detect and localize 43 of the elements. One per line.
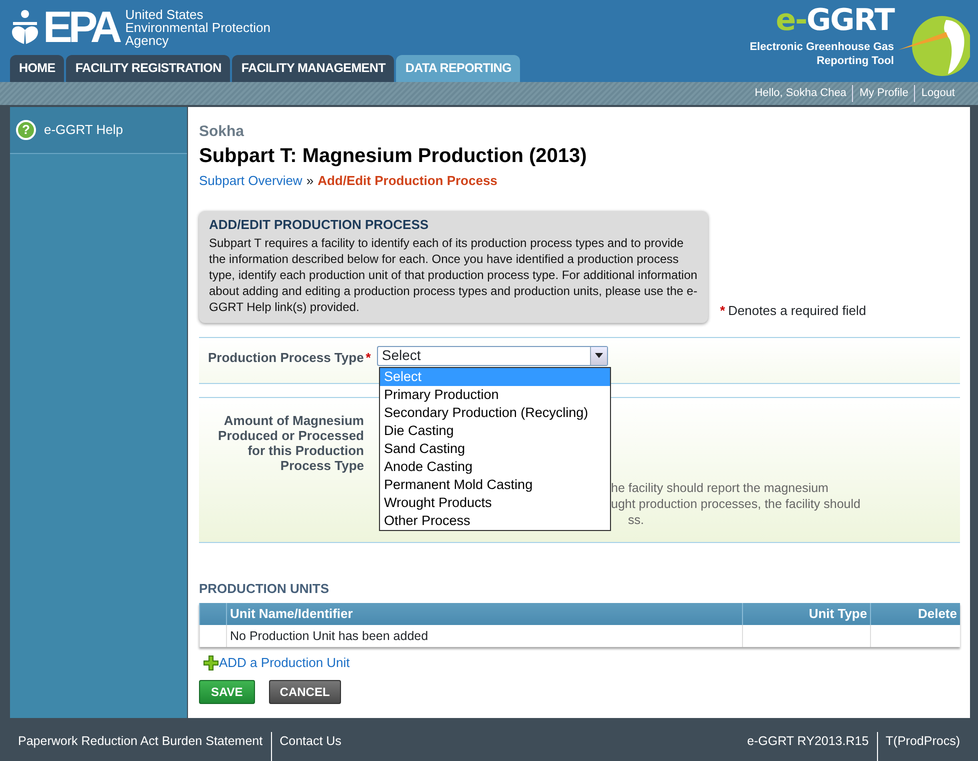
- column-header: Delete: [870, 603, 960, 625]
- epa-logo: EPA: [43, 6, 118, 50]
- app-subtitle-line: Reporting Tool: [816, 54, 894, 68]
- plus-icon: [203, 655, 219, 672]
- app-subtitle-line: Electronic Greenhouse Gas: [750, 40, 894, 54]
- column-header: Unit Type: [742, 603, 871, 625]
- process-type-select[interactable]: Select: [376, 346, 608, 366]
- info-title: ADD/EDIT PRODUCTION PROCESS: [209, 217, 430, 233]
- agency-name-line: Environmental Protection: [125, 21, 270, 34]
- hint-text: ught production processes, the facility should: [611, 496, 860, 512]
- field-label: Amount of Magnesium Produced or Processed for this Production Process Type: [217, 412, 364, 475]
- hint-text: ss.: [628, 512, 645, 528]
- nav-tab[interactable]: FACILITY MANAGEMENT: [232, 55, 394, 82]
- caret-icon: [594, 353, 603, 358]
- footer-text: T(ProdProcs): [876, 732, 968, 761]
- required-mark: *: [720, 302, 726, 320]
- required-mark: *: [366, 348, 371, 367]
- app-logo: e-GGRT: [776, 6, 894, 36]
- breadcrumb-separator: »: [306, 172, 314, 190]
- user-menu-link[interactable]: Logout: [914, 85, 961, 102]
- nav-tab[interactable]: FACILITY REGISTRATION: [66, 55, 230, 82]
- footer-text: e-GGRT RY2013.R15: [746, 733, 870, 750]
- column-header: Unit Name/Identifier: [226, 603, 742, 625]
- section-heading: PRODUCTION UNITS: [199, 580, 330, 598]
- add-unit-link[interactable]: ADD a Production Unit: [203, 653, 350, 673]
- info-text: Subpart T requires a facility to identify each of its production process types and to provide the information described below for each. Once you have identified a production process type, identify each production unit of that production process type. For additional information about adding and editing a production process types and production units, please use the e-GGRT Help link(s) provided.: [209, 234, 698, 315]
- facility-name: Sokha: [199, 122, 246, 142]
- breadcrumb-current: Add/Edit Production Process: [318, 172, 498, 190]
- cancel-button[interactable]: CANCEL: [268, 680, 341, 704]
- empty-message: No Production Unit has been added: [226, 624, 742, 648]
- footer-link[interactable]: Paperwork Reduction Act Burden Statement: [10, 732, 271, 761]
- field-label: Production Process Type: [208, 348, 364, 367]
- sidebar-item[interactable]: ? e-GGRT Help: [10, 107, 187, 154]
- greeting-text: Hello, Sokha Chea: [754, 86, 848, 102]
- nav-tab[interactable]: HOME: [10, 55, 64, 82]
- hint-text: he facility should report the magnesium: [611, 480, 830, 496]
- page-title: Subpart T: Magnesium Production (2013): [199, 144, 588, 168]
- agency-name-line: Agency: [125, 34, 170, 47]
- footer-link[interactable]: Contact Us: [270, 732, 350, 761]
- required-note: Denotes a required field: [728, 302, 866, 320]
- agency-name-line: United States: [125, 8, 204, 21]
- help-icon: ?: [16, 120, 36, 140]
- breadcrumb-link[interactable]: Subpart Overview: [199, 170, 302, 190]
